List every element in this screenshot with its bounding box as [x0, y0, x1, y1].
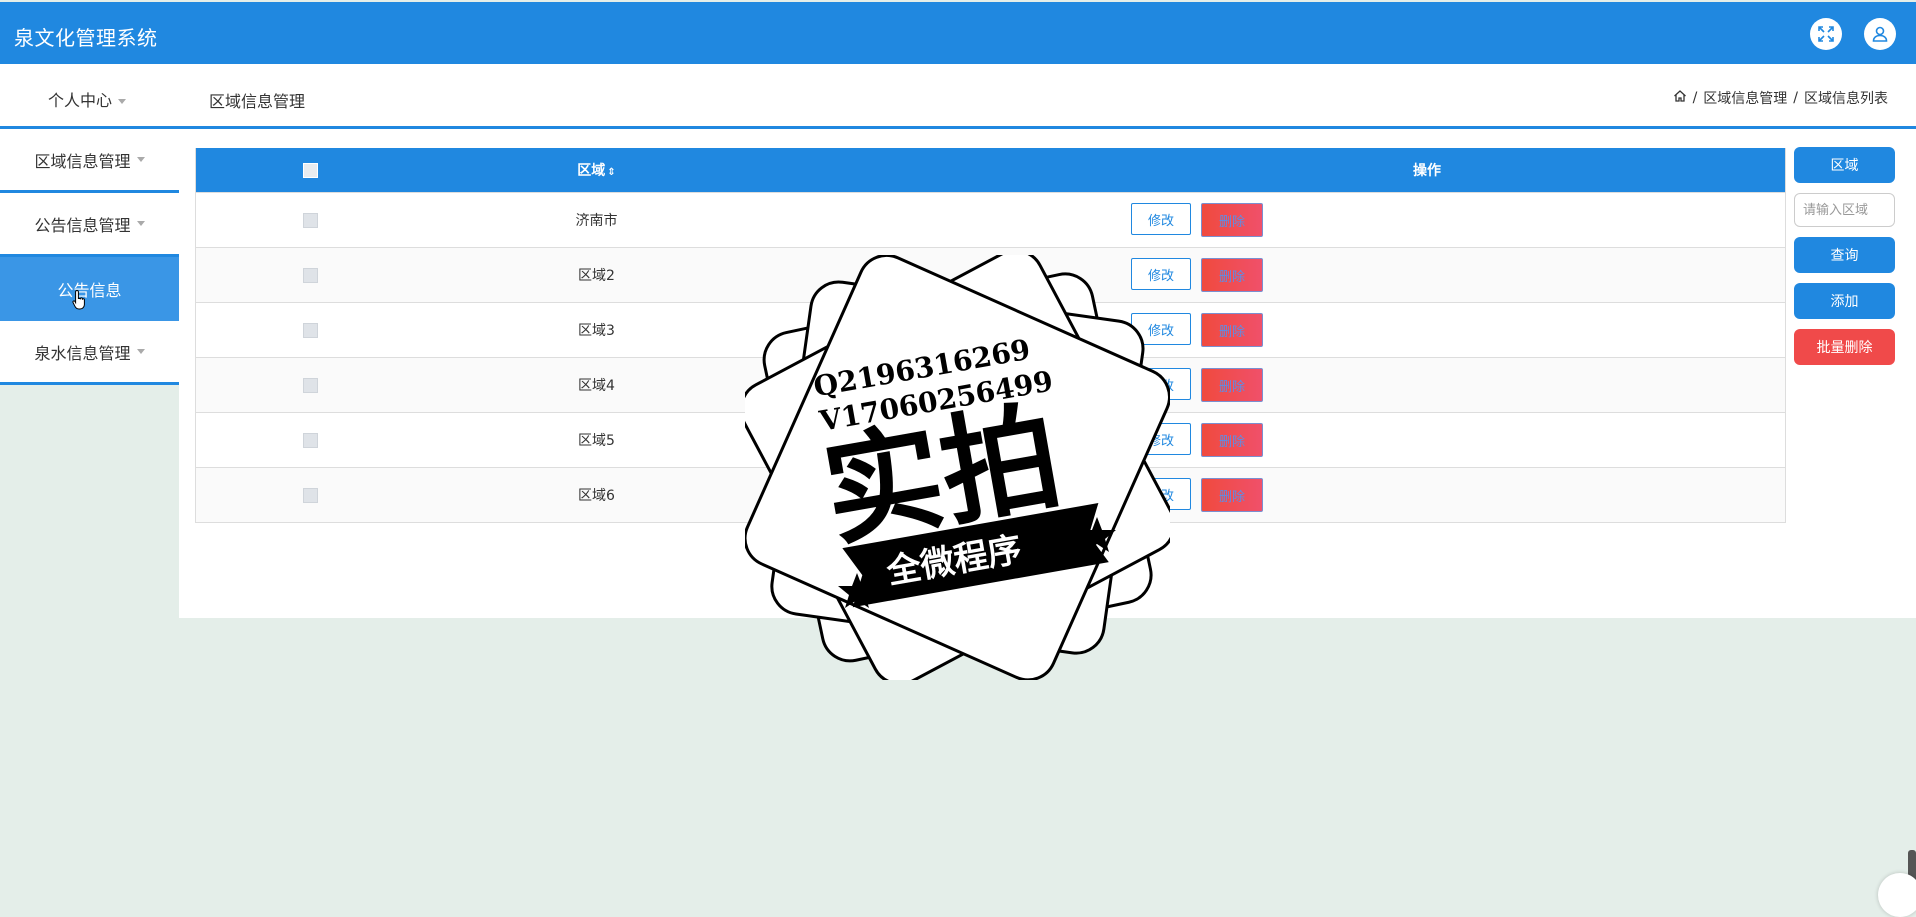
- select-all-checkbox[interactable]: [302, 162, 318, 178]
- column-header-area[interactable]: 区域 ⇕: [424, 160, 769, 180]
- sidebar-item-label: 区域信息管理: [34, 151, 131, 171]
- page-size-select[interactable]: 10: [790, 545, 858, 575]
- edit-button[interactable]: 修改: [1131, 368, 1191, 400]
- top-header: 泉文化管理系统: [0, 2, 1916, 64]
- table-header: 区域 ⇕ 操作: [196, 148, 1785, 192]
- breadcrumb-separator: /: [1793, 90, 1798, 106]
- table-row: 区域2 修改 删除: [196, 247, 1785, 302]
- row-checkbox[interactable]: [302, 322, 318, 338]
- table-row: 区域6 修改 删除: [196, 467, 1785, 522]
- area-label-button[interactable]: 区域: [1794, 147, 1895, 183]
- area-cell: 区域3: [578, 323, 615, 339]
- delete-button[interactable]: 删除: [1201, 313, 1263, 347]
- sidebar-item-notice-management[interactable]: 公告信息管理: [0, 193, 179, 257]
- chevron-down-icon: [136, 221, 145, 226]
- row-checkbox[interactable]: [302, 267, 318, 283]
- home-icon[interactable]: [1673, 89, 1687, 107]
- chevron-down-icon: [136, 157, 145, 162]
- area-cell: 区域5: [578, 433, 615, 449]
- back-to-top-button[interactable]: [1878, 873, 1916, 917]
- delete-button[interactable]: 删除: [1201, 258, 1263, 292]
- edit-button[interactable]: 修改: [1131, 203, 1191, 235]
- delete-button[interactable]: 删除: [1201, 478, 1263, 512]
- add-button[interactable]: 添加: [1794, 283, 1895, 319]
- table-row: 区域4 修改 删除: [196, 357, 1785, 412]
- sidebar-item-label: 公告信息: [57, 281, 122, 300]
- query-button[interactable]: 查询: [1794, 237, 1895, 273]
- search-panel: 区域 查询 添加 批量删除: [1794, 147, 1895, 375]
- area-table: 区域 ⇕ 操作 济南市 修改 删除 区域2 修改 删除 区域3 修改 删除 区域4 修改…: [195, 148, 1786, 523]
- sidebar-item-spring-management[interactable]: 泉水信息管理: [0, 321, 179, 385]
- personal-center-label: 个人中心: [48, 91, 113, 110]
- row-checkbox[interactable]: [302, 487, 318, 503]
- breadcrumb-item: 区域信息列表: [1804, 91, 1888, 107]
- sidebar-item-label: 泉水信息管理: [34, 343, 131, 363]
- sort-icon[interactable]: ⇕: [607, 167, 615, 178]
- sub-header: 个人中心 区域信息管理 / 区域信息管理 / 区域信息列表: [0, 64, 1916, 129]
- user-icon[interactable]: [1864, 18, 1896, 50]
- hand-cursor-icon: [72, 289, 85, 310]
- row-checkbox[interactable]: [302, 432, 318, 448]
- table-row: 区域3 修改 删除: [196, 302, 1785, 357]
- batch-delete-button[interactable]: 批量删除: [1794, 329, 1895, 365]
- edit-button[interactable]: 修改: [1131, 423, 1191, 455]
- column-header-label: 区域: [577, 163, 606, 179]
- sidebar-subitem-notice-info[interactable]: 公告信息: [0, 257, 179, 321]
- edit-button[interactable]: 修改: [1131, 478, 1191, 510]
- row-checkbox[interactable]: [302, 377, 318, 393]
- delete-button[interactable]: 删除: [1201, 203, 1263, 237]
- delete-button[interactable]: 删除: [1201, 423, 1263, 457]
- pagination: 10 条/: [790, 545, 883, 575]
- breadcrumb: / 区域信息管理 / 区域信息列表: [1673, 88, 1888, 108]
- area-cell: 济南市: [575, 213, 618, 229]
- delete-button[interactable]: 删除: [1201, 368, 1263, 402]
- chevron-down-icon: [136, 349, 145, 354]
- chevron-down-icon: [118, 99, 127, 104]
- edit-button[interactable]: 修改: [1131, 258, 1191, 290]
- area-cell: 区域6: [578, 488, 615, 504]
- table-row: 区域5 修改 删除: [196, 412, 1785, 467]
- breadcrumb-item[interactable]: 区域信息管理: [1703, 88, 1787, 108]
- fullscreen-icon[interactable]: [1810, 18, 1842, 50]
- breadcrumb-separator: /: [1692, 90, 1698, 106]
- app-title: 泉文化管理系统: [14, 26, 158, 50]
- page-title: 区域信息管理: [209, 92, 306, 111]
- row-checkbox[interactable]: [302, 212, 318, 228]
- sidebar-item-area-management[interactable]: 区域信息管理: [0, 129, 179, 193]
- area-cell: 区域2: [578, 268, 615, 284]
- sidebar: 区域信息管理 公告信息管理 公告信息 泉水信息管理: [0, 129, 179, 385]
- sidebar-item-label: 公告信息管理: [34, 215, 131, 235]
- area-cell: 区域4: [578, 378, 615, 394]
- page-size-unit: 条/: [866, 554, 884, 570]
- edit-button[interactable]: 修改: [1131, 313, 1191, 345]
- area-search-input[interactable]: [1794, 193, 1895, 227]
- column-header-ops: 操作: [1413, 163, 1441, 179]
- personal-center-menu[interactable]: 个人中心: [48, 87, 127, 111]
- table-row: 济南市 修改 删除: [196, 192, 1785, 247]
